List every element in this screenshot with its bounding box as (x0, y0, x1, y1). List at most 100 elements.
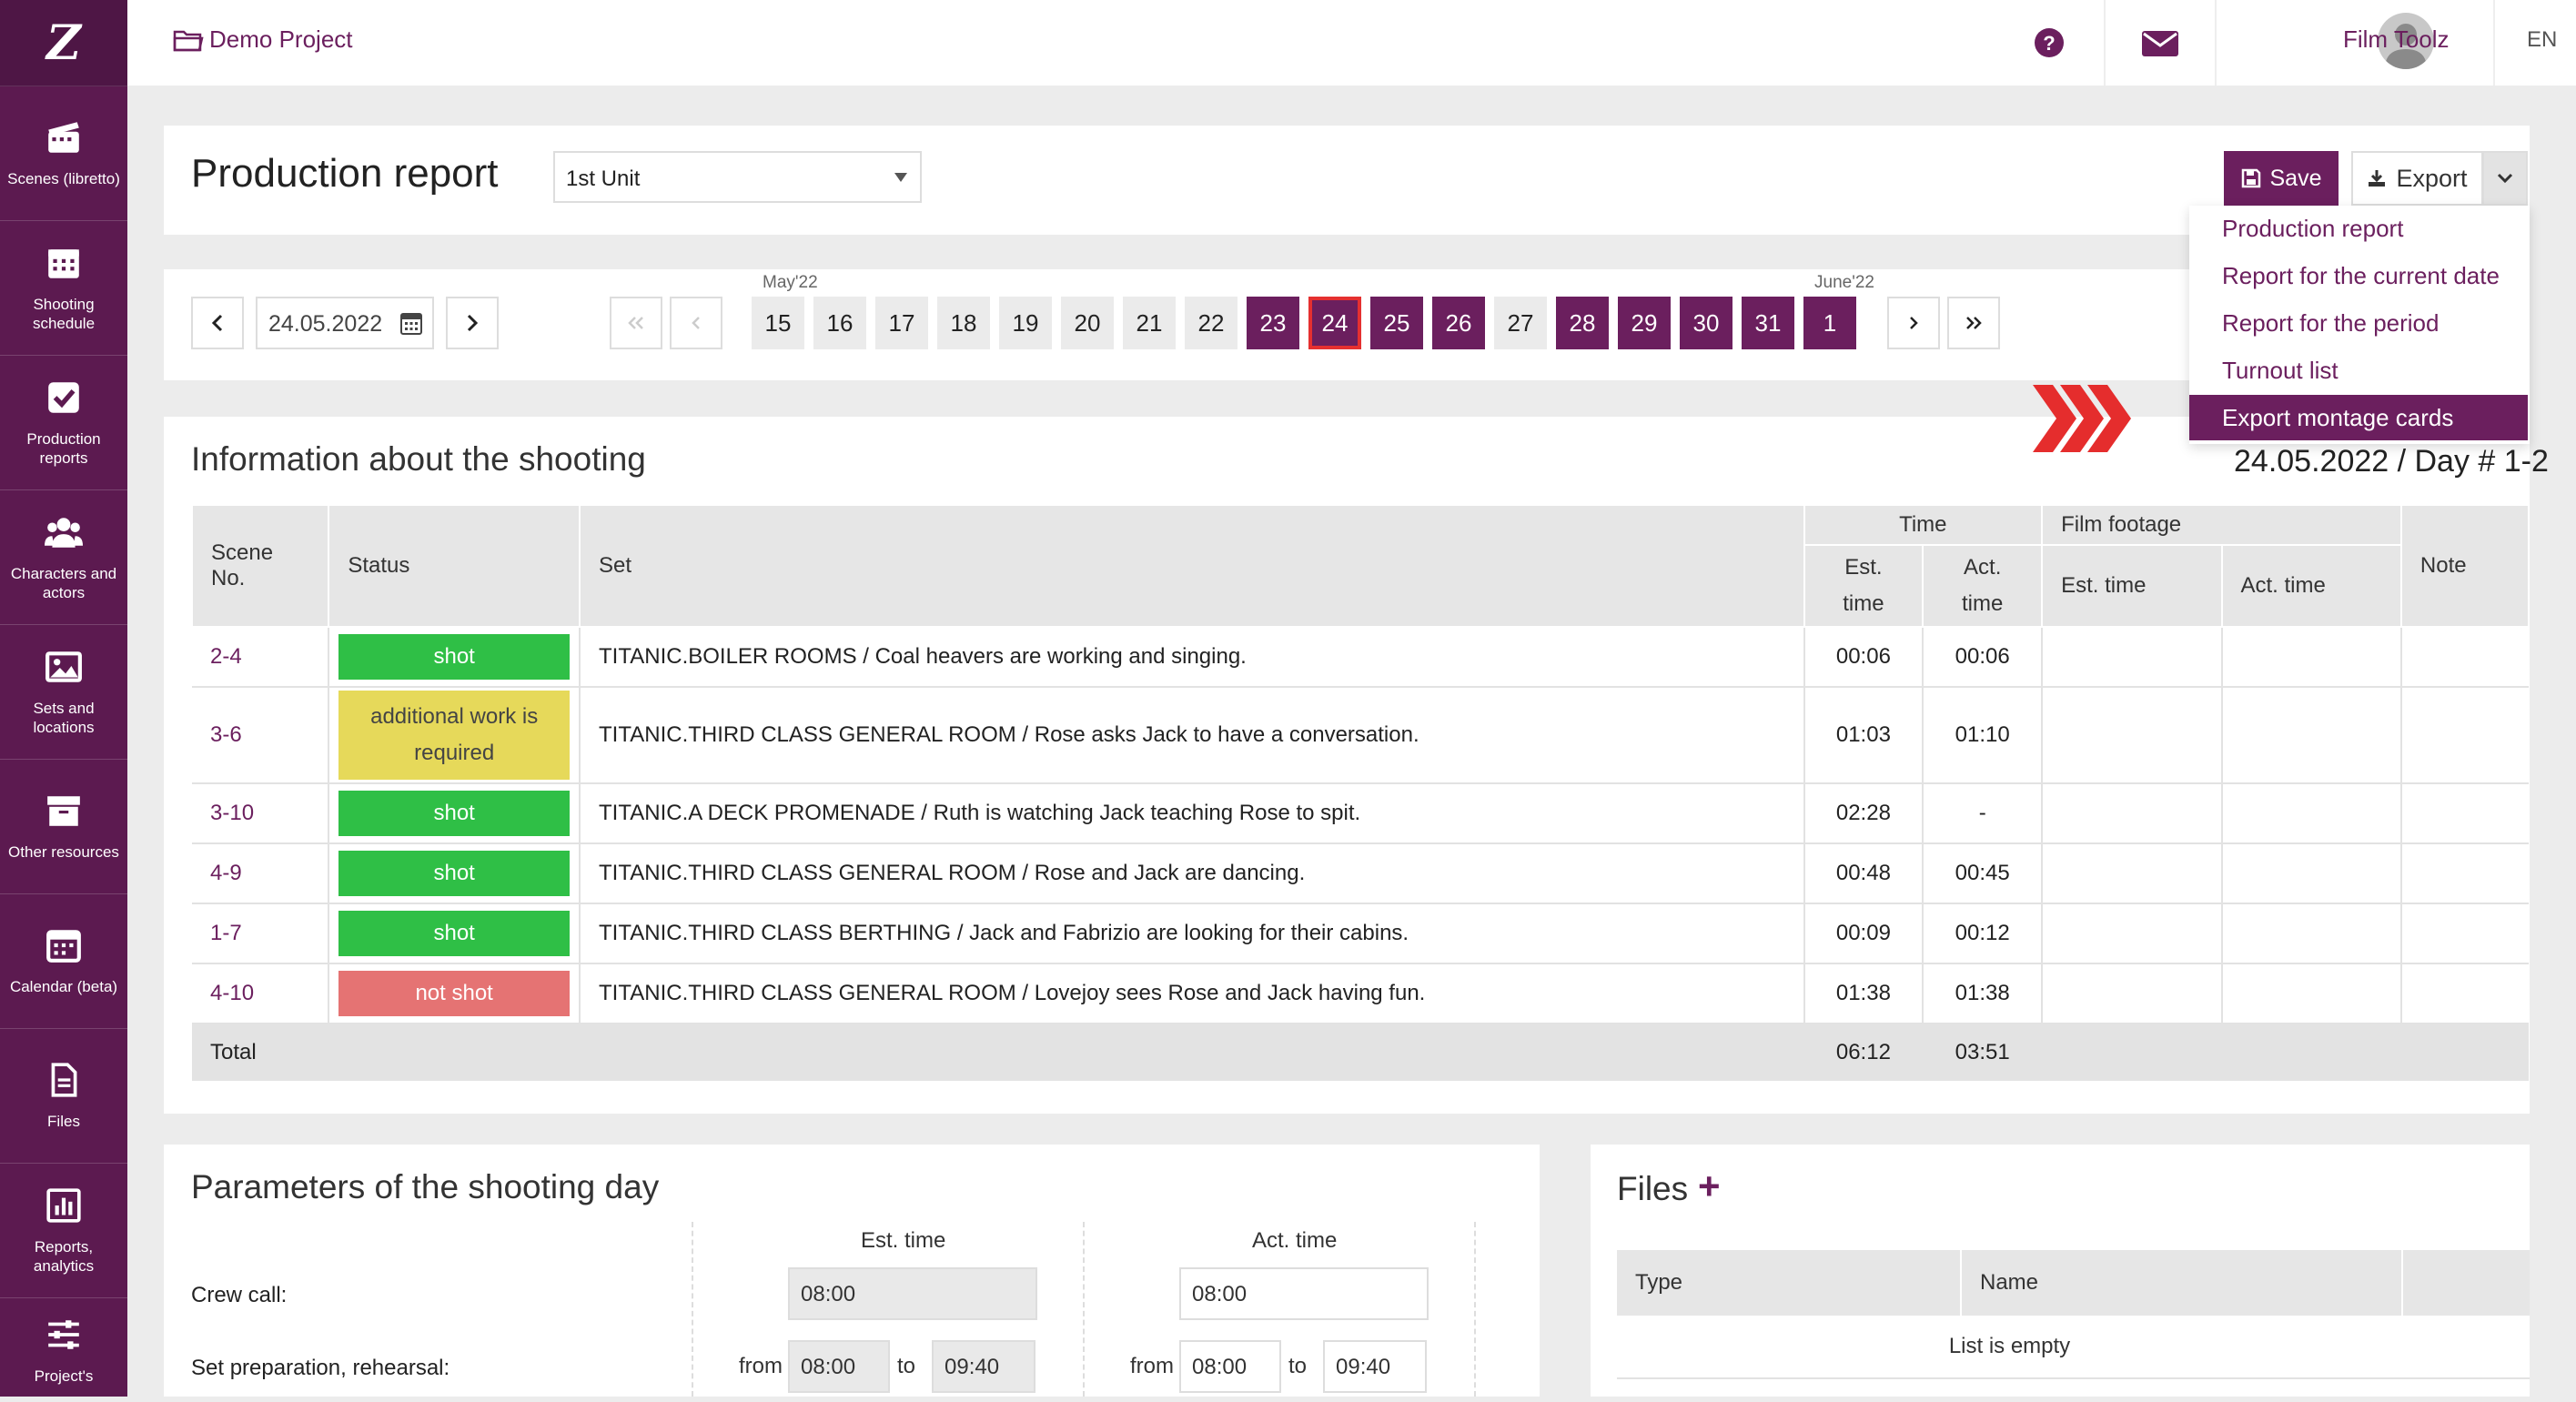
est-time-cell: 01:03 (1803, 687, 1924, 784)
sidebar-item-files[interactable]: Files (0, 1029, 127, 1164)
day-15[interactable]: 15 (752, 297, 804, 349)
act-prep-from-field[interactable]: 08:00 (1179, 1340, 1281, 1393)
sidebar-item-project[interactable]: Project's (0, 1298, 127, 1402)
divider (1083, 1222, 1085, 1397)
prev-date-button[interactable] (191, 297, 244, 349)
calendar-icon (46, 930, 81, 963)
act-time-cell: 00:12 (1922, 903, 2043, 964)
act-crew-call-field[interactable]: 08:00 (1179, 1267, 1429, 1320)
sidebar-item-label: Reports, analytics (33, 1237, 95, 1275)
footage-act-cell (2220, 627, 2401, 688)
day-17[interactable]: 17 (875, 297, 928, 349)
month-label: May'22 (763, 273, 818, 292)
table-row: 1-7 shot TITANIC.THIRD CLASS BERTHING / … (192, 903, 2529, 964)
day-16[interactable]: 16 (813, 297, 866, 349)
mail-icon[interactable] (2142, 31, 2178, 56)
chevron-left-icon (692, 317, 700, 329)
scene-link[interactable]: 3-10 (192, 783, 329, 844)
help-icon[interactable]: ? (2034, 27, 2065, 58)
day-21[interactable]: 21 (1123, 297, 1176, 349)
note-cell (2399, 843, 2529, 904)
scene-link[interactable]: 4-10 (192, 963, 329, 1024)
col-type: Type (1617, 1250, 1962, 1316)
month-label: June'22 (1814, 273, 1874, 292)
save-button[interactable]: Save (2224, 151, 2339, 206)
menu-item-export-montage-cards[interactable]: Export montage cards (2189, 395, 2528, 440)
note-cell (2399, 627, 2529, 688)
day-31[interactable]: 31 (1742, 297, 1794, 349)
day-24-current[interactable]: 24 (1308, 297, 1361, 349)
day-25[interactable]: 25 (1370, 297, 1423, 349)
est-prep-from-field[interactable]: 08:00 (788, 1340, 890, 1393)
day-28[interactable]: 28 (1556, 297, 1609, 349)
sidebar-item-calendar[interactable]: Calendar (beta) (0, 894, 127, 1029)
day-26[interactable]: 26 (1432, 297, 1485, 349)
scene-link[interactable]: 4-9 (192, 843, 329, 904)
footage-est-cell (2041, 783, 2222, 844)
export-button[interactable]: Export (2351, 151, 2483, 206)
shooting-table: Scene No. Status Set Time Film footage N… (190, 504, 2531, 1081)
col-footage-act: Act. time (2220, 544, 2402, 628)
scene-link[interactable]: 1-7 (192, 903, 329, 964)
prev-page-button[interactable] (670, 297, 722, 349)
footage-act-cell (2220, 963, 2401, 1024)
day-23[interactable]: 23 (1247, 297, 1299, 349)
sidebar-item-shooting-schedule[interactable]: Shooting schedule (0, 221, 127, 356)
act-prep-to-field[interactable]: 09:40 (1323, 1340, 1427, 1393)
sidebar-item-production-reports[interactable]: Production reports (0, 356, 127, 490)
set-cell: TITANIC.A DECK PROMENADE / Ruth is watch… (579, 783, 1804, 844)
day-18[interactable]: 18 (937, 297, 990, 349)
menu-item-production-report[interactable]: Production report (2189, 206, 2528, 251)
menu-item-report-period[interactable]: Report for the period (2189, 300, 2528, 346)
caret-down-icon (894, 173, 907, 182)
sidebar-item-characters[interactable]: Characters and actors (0, 490, 127, 625)
menu-item-turnout-list[interactable]: Turnout list (2189, 348, 2528, 393)
language-switch[interactable]: EN (2527, 27, 2557, 53)
day-30[interactable]: 30 (1680, 297, 1732, 349)
status-badge: shot (338, 791, 571, 836)
day-27[interactable]: 27 (1494, 297, 1547, 349)
est-time-cell: 01:38 (1803, 963, 1924, 1024)
unit-select[interactable]: 1st Unit (553, 151, 922, 203)
next-page-button[interactable] (1887, 297, 1940, 349)
project-name[interactable]: Demo Project (209, 25, 353, 54)
day-20[interactable]: 20 (1061, 297, 1114, 349)
user-name[interactable]: Film Toolz (2343, 25, 2450, 54)
sidebar-item-label: Files (47, 1113, 80, 1130)
day-1[interactable]: 1 (1803, 297, 1856, 349)
sidebar-item-reports[interactable]: Reports, analytics (0, 1164, 127, 1298)
menu-item-report-current-date[interactable]: Report for the current date (2189, 253, 2528, 298)
svg-text:?: ? (2043, 32, 2055, 55)
day-29[interactable]: 29 (1618, 297, 1671, 349)
add-file-button[interactable]: + (1698, 1165, 1721, 1208)
project-breadcrumb[interactable]: Demo Project (173, 25, 353, 54)
sidebar-item-label: Scenes (libretto) (7, 170, 120, 187)
sliders-icon (48, 1319, 79, 1349)
scene-link[interactable]: 3-6 (192, 687, 329, 784)
next-date-button[interactable] (446, 297, 499, 349)
crew-call-label: Crew call: (191, 1283, 288, 1307)
folder-icon (173, 30, 204, 51)
sidebar-item-scenes[interactable]: Scenes (libretto) (0, 86, 127, 221)
set-cell: TITANIC.THIRD CLASS BERTHING / Jack and … (579, 903, 1804, 964)
est-prep-to-field[interactable]: 09:40 (932, 1340, 1035, 1393)
status-badge: not shot (338, 971, 571, 1016)
day-22[interactable]: 22 (1185, 297, 1237, 349)
est-crew-call-field[interactable]: 08:00 (788, 1267, 1037, 1320)
app-logo[interactable]: Z (0, 0, 127, 86)
checkbox-icon (48, 381, 79, 413)
first-page-button[interactable] (610, 297, 662, 349)
footage-act-cell (2220, 783, 2401, 844)
download-icon (2369, 170, 2386, 187)
calendar-icon[interactable] (400, 311, 422, 335)
sidebar-item-other-resources[interactable]: Other resources (0, 760, 127, 894)
day-19[interactable]: 19 (999, 297, 1052, 349)
save-label: Save (2269, 165, 2322, 191)
note-cell (2399, 963, 2529, 1024)
sidebar-item-sets[interactable]: Sets and locations (0, 625, 127, 760)
scene-link[interactable]: 2-4 (192, 627, 329, 688)
footage-est-cell (2041, 963, 2222, 1024)
export-dropdown-toggle[interactable] (2482, 151, 2528, 206)
last-page-button[interactable] (1947, 297, 2000, 349)
table-row: 3-6 additional work is required TITANIC.… (192, 687, 2529, 784)
